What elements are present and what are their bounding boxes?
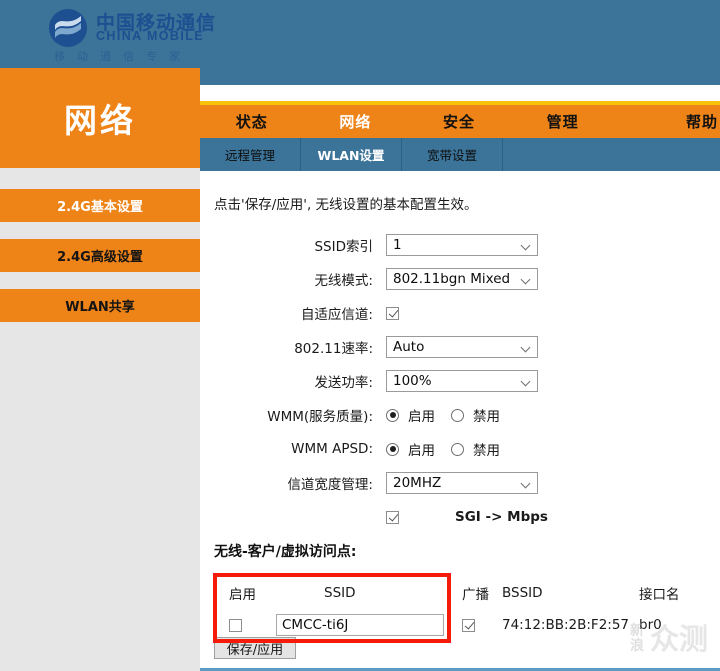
chevron-down-icon (522, 344, 531, 350)
nav-item-network[interactable]: 网络 (304, 111, 408, 132)
label-ssid-index: SSID索引 (314, 239, 373, 255)
wmm-qos-disable-radio[interactable] (451, 408, 464, 422)
sidebar: 2.4G基本设置 2.4G高级设置 WLAN共享 (0, 168, 200, 671)
vap-broadcast-checkbox[interactable] (462, 618, 475, 632)
watermark-big-text: 众测 (650, 622, 709, 656)
label-80211-rate: 802.11速率: (294, 341, 373, 357)
subnav-item-remote-management[interactable]: 远程管理 (200, 138, 301, 171)
wmm-qos-disable-label: 禁用 (473, 409, 500, 425)
wireless-basic-form: SSID索引 1 无线模式: 802.11bgn Mixed 自适应信道: 80… (200, 228, 720, 534)
ssid-input-value: CMCC-ti6J (282, 617, 349, 633)
china-mobile-logo-icon (49, 9, 87, 47)
row-tx-power: 发送功率: 100% (200, 364, 720, 398)
tx-power-value: 100% (393, 373, 432, 389)
row-wmm-apsd: WMM APSD: 启用 禁用 (200, 432, 720, 466)
nav-item-security[interactable]: 安全 (407, 111, 511, 132)
subnav-filler (503, 138, 720, 171)
label-wmm-apsd: WMM APSD: (291, 441, 373, 457)
row-broadcast-cell (462, 609, 475, 641)
sgi-label: SGI -> Mbps (455, 509, 548, 525)
row-80211-rate: 802.11速率: Auto (200, 330, 720, 364)
wmm-apsd-disable-radio[interactable] (451, 442, 464, 456)
chevron-down-icon (522, 480, 531, 486)
row-wireless-mode: 无线模式: 802.11bgn Mixed (200, 262, 720, 296)
main-content: 点击'保存/应用', 无线设置的基本配置生效。 SSID索引 1 无线模式: 8… (200, 171, 720, 668)
channel-width-select[interactable]: 20MHZ (386, 472, 538, 494)
column-header-broadcast: 广播 (462, 587, 489, 603)
rate-80211-select[interactable]: Auto (386, 336, 538, 358)
wmm-qos-enable-radio[interactable] (386, 408, 399, 422)
row-wmm-qos: WMM(服务质量): 启用 禁用 (200, 398, 720, 432)
subnav-item-broadband-settings[interactable]: 宽带设置 (402, 138, 503, 171)
wmm-apsd-enable-label: 启用 (408, 443, 435, 459)
ssid-index-value: 1 (393, 237, 402, 253)
virtual-ap-title: 无线-客户/虚拟访问点: (214, 544, 357, 560)
column-header-bssid: BSSID (502, 585, 543, 601)
nav-item-status[interactable]: 状态 (200, 111, 304, 132)
label-tx-power: 发送功率: (314, 375, 373, 391)
channel-width-value: 20MHZ (393, 475, 442, 491)
brand-logo: 中国移动通信 CHINA MOBILE 移动通信专家 (48, 6, 238, 68)
column-header-enable: 启用 (229, 587, 256, 603)
wireless-mode-select[interactable]: 802.11bgn Mixed (386, 268, 538, 290)
wmm-apsd-enable-radio[interactable] (386, 442, 399, 456)
vap-bssid-value: 74:12:BB:2B:F2:57 (502, 617, 630, 633)
sidebar-item-24g-basic[interactable]: 2.4G基本设置 (0, 189, 200, 222)
label-wireless-mode: 无线模式: (314, 273, 373, 289)
sidebar-item-wlan-share[interactable]: WLAN共享 (0, 289, 200, 322)
chevron-down-icon (522, 242, 531, 248)
subnav-item-wlan-settings[interactable]: WLAN设置 (301, 138, 402, 171)
nav-item-help[interactable]: 帮助 (614, 111, 720, 132)
brand-name-en: CHINA MOBILE (96, 29, 204, 43)
vap-enable-checkbox[interactable] (229, 618, 242, 632)
column-header-interface: 接口名 (639, 587, 680, 603)
column-header-ssid: SSID (324, 585, 356, 601)
nav-item-management[interactable]: 管理 (511, 111, 615, 132)
row-sgi: SGI -> Mbps (200, 500, 720, 534)
secondary-nav: 远程管理 WLAN设置 宽带设置 (200, 138, 720, 171)
label-wmm-qos: WMM(服务质量): (267, 409, 373, 425)
rate-80211-value: Auto (393, 339, 425, 355)
label-channel-width: 信道宽度管理: (287, 477, 373, 493)
table-header-row: 启用 SSID 广播 BSSID 接口名 (214, 577, 704, 609)
ssid-input[interactable]: CMCC-ti6J (276, 614, 444, 636)
watermark: 新浪 众测 (630, 622, 712, 666)
tx-power-select[interactable]: 100% (386, 370, 538, 392)
row-ssid-index: SSID索引 1 (200, 228, 720, 262)
label-auto-channel: 自适应信道: (300, 307, 373, 323)
brand-slogan: 移动通信专家 (54, 50, 192, 63)
ssid-index-select[interactable]: 1 (386, 234, 538, 256)
wmm-apsd-disable-label: 禁用 (473, 443, 500, 459)
auto-channel-checkbox[interactable] (386, 306, 399, 320)
wmm-qos-enable-label: 启用 (408, 409, 435, 425)
intro-text: 点击'保存/应用', 无线设置的基本配置生效。 (214, 197, 478, 213)
page-title: 网络 (0, 68, 200, 168)
wireless-mode-value: 802.11bgn Mixed (393, 271, 511, 287)
chevron-down-icon (522, 378, 531, 384)
sgi-checkbox[interactable] (386, 510, 399, 524)
row-auto-channel: 自适应信道: (200, 296, 720, 330)
primary-nav: 状态 网络 安全 管理 帮助 (200, 105, 720, 138)
watermark-small-text: 新浪 (630, 623, 644, 654)
save-apply-button[interactable]: 保存/应用 (214, 637, 296, 659)
row-channel-width: 信道宽度管理: 20MHZ (200, 466, 720, 500)
sidebar-item-24g-advanced[interactable]: 2.4G高级设置 (0, 239, 200, 272)
chevron-down-icon (522, 276, 531, 282)
